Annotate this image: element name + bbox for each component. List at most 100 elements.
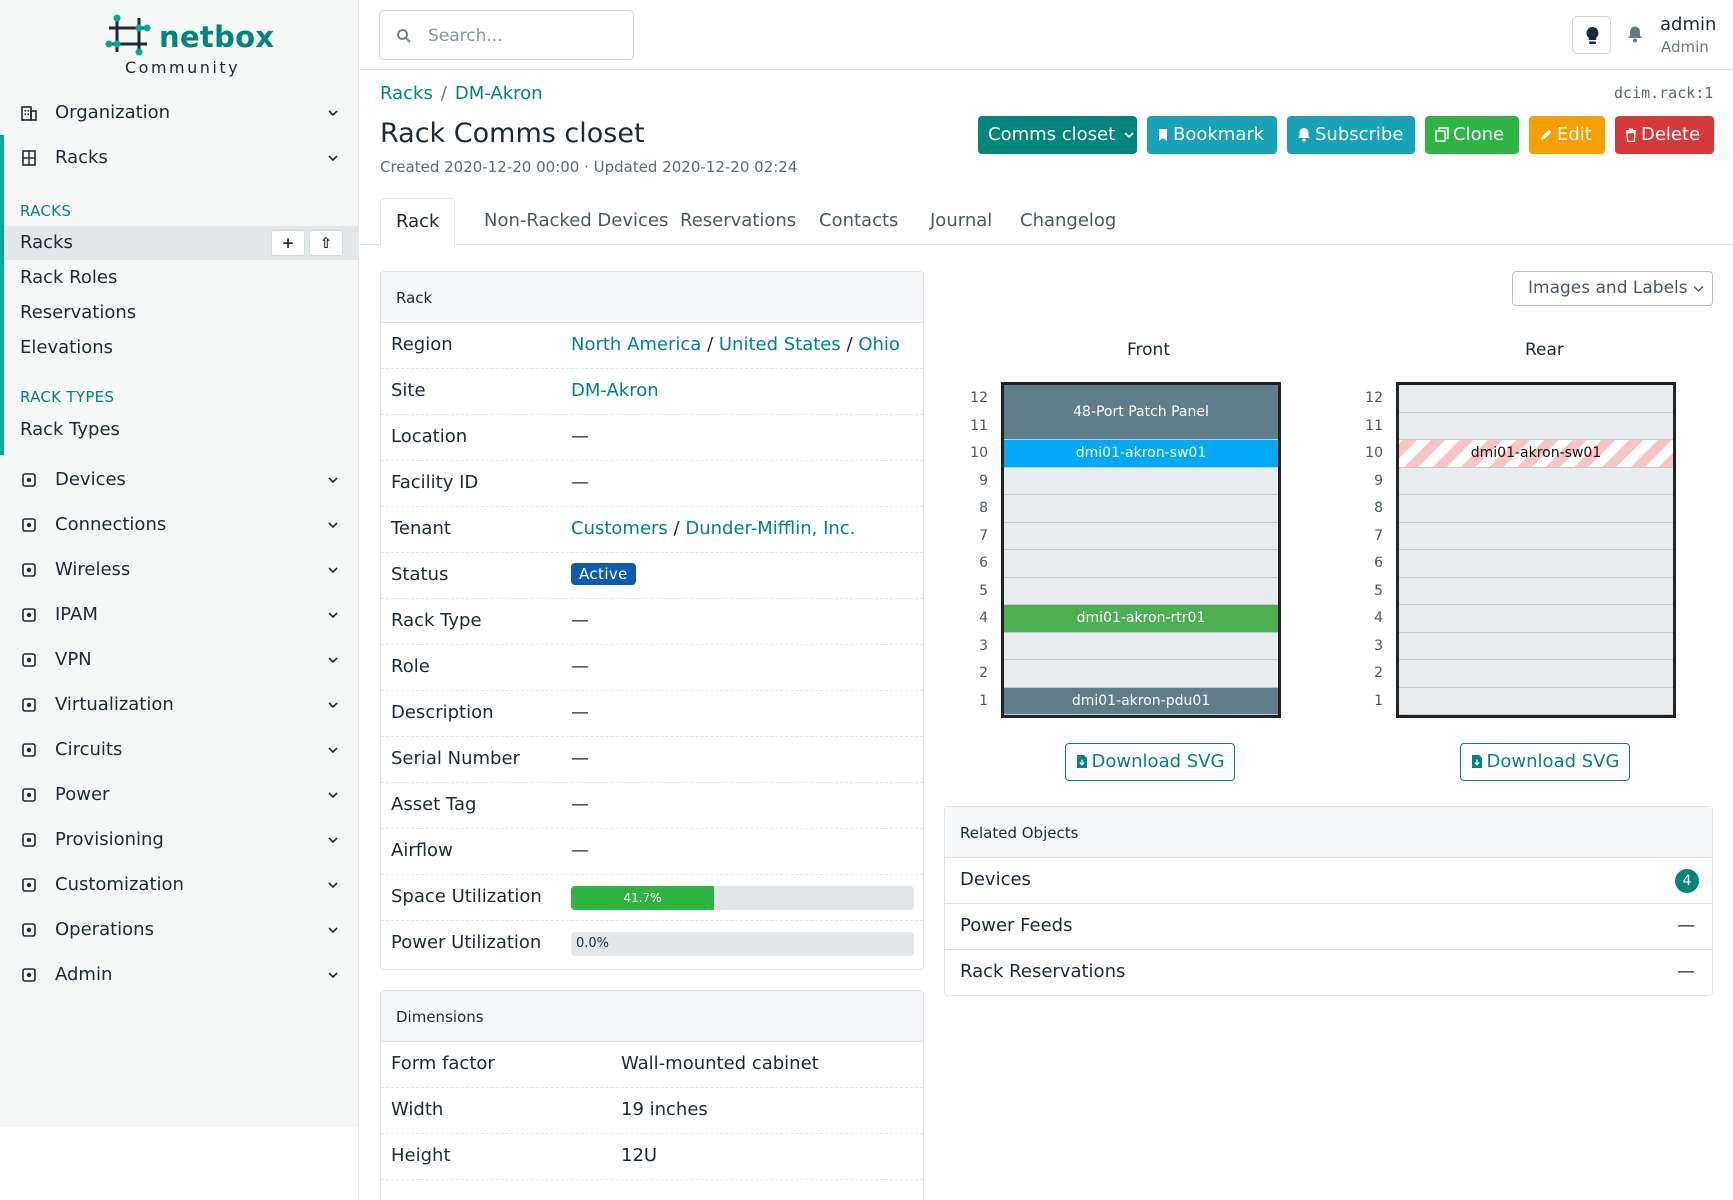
nav-power[interactable]: Power (0, 775, 358, 815)
tab-changelog[interactable]: Changelog (1005, 198, 1131, 245)
nav-operations[interactable]: Operations (0, 910, 358, 950)
download-front-svg-button[interactable]: Download SVG (1065, 743, 1235, 781)
sidebar-item-elevations[interactable]: Elevations (4, 331, 358, 365)
nav-vpn[interactable]: VPN (0, 640, 358, 680)
netbox-logo-icon (105, 14, 151, 56)
nav-provisioning[interactable]: Provisioning (0, 820, 358, 860)
location-label: Location (391, 426, 468, 447)
tab-contacts[interactable]: Contacts (804, 198, 913, 245)
netbox-logo[interactable]: netbox Community (105, 14, 274, 80)
color-mode-button[interactable] (1572, 16, 1611, 54)
tenant-link[interactable]: Dunder-Mifflin, Inc. (685, 518, 855, 539)
add-rack-button[interactable]: + (271, 230, 305, 256)
chevron-down-icon (328, 702, 338, 709)
tab-non-racked-devices[interactable]: Non-Racked Devices (469, 198, 683, 245)
rack-unit-slot[interactable] (1004, 495, 1278, 523)
nav-organization[interactable]: Organization (0, 93, 358, 133)
rack-unit-slot[interactable] (1399, 495, 1673, 523)
nav-customization[interactable]: Customization (0, 865, 358, 905)
lightbulb-icon (1586, 27, 1599, 44)
breadcrumb: Racks / DM-Akron (380, 83, 543, 104)
rack-unit-slot[interactable] (1004, 660, 1278, 688)
status-badge: Active (571, 563, 636, 585)
rack-device[interactable]: dmi01-akron-pdu01 (1004, 687, 1278, 714)
delete-button[interactable]: Delete (1615, 116, 1714, 154)
related-rack-reservations-row[interactable]: Rack Reservations — (945, 950, 1712, 996)
breadcrumb-racks[interactable]: Racks (380, 83, 433, 104)
power-utilization-bar: 0.0% (571, 932, 914, 956)
nav-devices[interactable]: Devices (0, 460, 358, 500)
tab-journal[interactable]: Journal (915, 198, 1007, 245)
rack-unit-slot[interactable] (1399, 385, 1673, 413)
rack-unit-slot[interactable] (1399, 577, 1673, 605)
tab-reservations[interactable]: Reservations (665, 198, 811, 245)
region-link-ohio[interactable]: Ohio (858, 334, 900, 355)
rack-unit-slot[interactable] (1004, 632, 1278, 660)
sidebar-item-rack-types[interactable]: Rack Types (4, 413, 358, 447)
rack-device[interactable]: dmi01-akron-sw01 (1399, 440, 1673, 467)
nav-wireless[interactable]: Wireless (0, 550, 358, 590)
rack-unit-slot[interactable] (1399, 605, 1673, 633)
form-factor-label: Form factor (391, 1053, 495, 1074)
rack-unit-slot[interactable] (1399, 412, 1673, 440)
subscribe-button[interactable]: Subscribe (1287, 116, 1415, 154)
nav-admin[interactable]: Admin (0, 955, 358, 995)
rack-unit-slot[interactable] (1399, 522, 1673, 550)
edit-button[interactable]: Edit (1529, 116, 1605, 154)
rack-unit-slot[interactable] (1004, 467, 1278, 495)
top-bar: admin Admin (360, 0, 1733, 70)
nav-connections[interactable]: Connections (0, 505, 358, 545)
width-row: Width 19 inches (381, 1088, 923, 1134)
region-link-united-states[interactable]: United States (719, 334, 841, 355)
role-value: — (571, 656, 589, 677)
rack-unit-slot[interactable] (1399, 550, 1673, 578)
rack-unit-slot[interactable] (1004, 522, 1278, 550)
nav-circuits[interactable]: Circuits (0, 730, 358, 770)
nav-virtualization[interactable]: Virtualization (0, 685, 358, 725)
rack-unit-slot[interactable] (1399, 660, 1673, 688)
rack-unit-slot[interactable] (1004, 577, 1278, 605)
sidebar-item-racks[interactable]: Racks + ⇧ (4, 226, 358, 260)
tenant-group-link[interactable]: Customers (571, 518, 668, 539)
bookmark-button[interactable]: Bookmark (1147, 116, 1277, 154)
download-rear-svg-button[interactable]: Download SVG (1460, 743, 1630, 781)
file-download-icon (1471, 755, 1482, 768)
nav-ipam[interactable]: IPAM (0, 595, 358, 635)
breadcrumb-separator: / (440, 83, 447, 104)
sidebar-item-rack-roles[interactable]: Rack Roles (4, 261, 358, 295)
rack-unit-slot[interactable] (1399, 687, 1673, 715)
search-input[interactable] (428, 23, 623, 49)
import-racks-button[interactable]: ⇧ (309, 230, 343, 256)
page-title: Rack Comms closet (380, 118, 645, 149)
nav-ipam-label: IPAM (55, 604, 98, 625)
rack-unit-number: 11 (1365, 417, 1383, 434)
power-icon (22, 788, 36, 802)
tab-rack[interactable]: Rack (380, 198, 456, 246)
breadcrumb-site[interactable]: DM-Akron (455, 83, 543, 104)
edit-label: Edit (1557, 124, 1592, 145)
rack-unit-slot[interactable] (1399, 632, 1673, 660)
rack-unit-slot[interactable] (1399, 467, 1673, 495)
related-power-feeds-row[interactable]: Power Feeds — (945, 904, 1712, 950)
rack-unit-number: 2 (1374, 665, 1383, 681)
search-box[interactable] (379, 10, 634, 60)
rear-rack-elevation[interactable]: dmi01-akron-sw01 (1396, 382, 1676, 718)
notifications-bell-icon[interactable] (1627, 25, 1643, 43)
rack-device[interactable]: dmi01-akron-rtr01 (1004, 605, 1278, 632)
site-link[interactable]: DM-Akron (571, 380, 659, 401)
rack-unit-slot[interactable] (1004, 550, 1278, 578)
rack-device[interactable]: dmi01-akron-sw01 (1004, 440, 1278, 467)
related-rack-reservations-value: — (1677, 961, 1695, 982)
related-devices-row[interactable]: Devices 4 (945, 858, 1712, 904)
clone-button[interactable]: Clone (1425, 116, 1519, 154)
sidebar-item-reservations[interactable]: Reservations (4, 296, 358, 330)
region-link-north-america[interactable]: North America (571, 334, 701, 355)
rack-select-dropdown[interactable]: Comms closet (978, 116, 1137, 154)
front-rack-elevation[interactable]: 48-Port Patch Panel dmi01-akron-sw01 dmi01… (1001, 382, 1281, 718)
user-name[interactable]: admin (1660, 14, 1716, 35)
nav-racks[interactable]: Racks (0, 138, 358, 178)
rack-device[interactable]: 48-Port Patch Panel (1004, 385, 1278, 439)
elevation-view-select[interactable]: Images and Labels (1512, 271, 1713, 306)
sidebar-item-rack-types-label: Rack Types (20, 419, 120, 440)
rack-unit-number: 7 (979, 527, 988, 544)
